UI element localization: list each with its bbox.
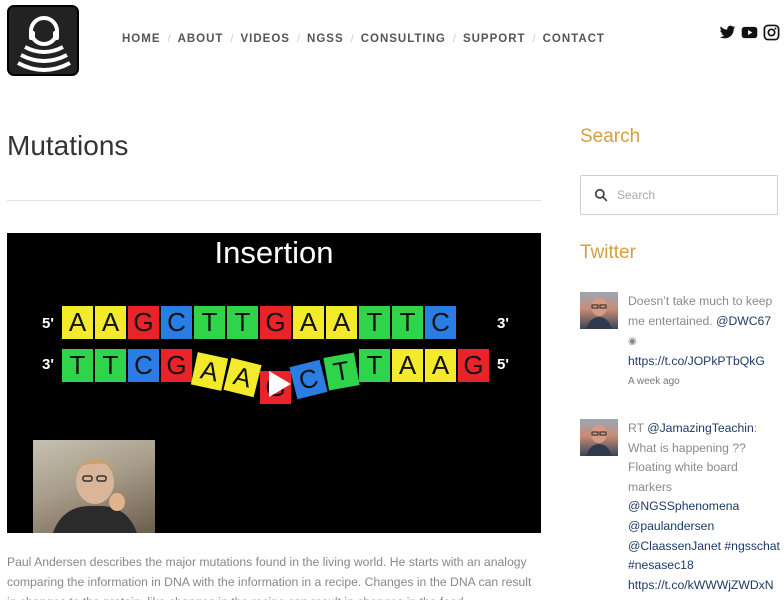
dna-base: C xyxy=(161,306,192,339)
tweet-item: RT @JamazingTeachin: What is happening ?… xyxy=(580,419,780,600)
dna-base: C xyxy=(425,306,456,339)
twitter-heading: Twitter xyxy=(580,242,636,263)
top-strand-left-label: 5' xyxy=(42,315,54,332)
search-input[interactable] xyxy=(617,188,767,202)
nav-support[interactable]: SUPPORT xyxy=(463,33,526,45)
dna-base: T xyxy=(359,349,390,382)
tweet-mention[interactable]: @DWC67 xyxy=(716,314,771,328)
nav-consulting[interactable]: CONSULTING xyxy=(361,33,446,45)
dna-base: A xyxy=(392,349,423,382)
presenter-thumbnail xyxy=(33,440,155,533)
search-icon xyxy=(594,188,608,202)
video-player[interactable]: Insertion 5' AAGCTTGAATTC 3' 3' TTCGAAGC… xyxy=(7,233,541,533)
avatar[interactable] xyxy=(580,292,618,329)
youtube-icon[interactable] xyxy=(741,24,758,41)
tweet-text: Doesn’t take much to keep me entertained… xyxy=(628,292,780,392)
dna-base: T xyxy=(359,306,390,339)
tweet-text: RT @JamazingTeachin: What is happening ?… xyxy=(628,419,780,595)
dna-base: T xyxy=(95,349,126,382)
dna-base: A xyxy=(425,349,456,382)
dna-base: A xyxy=(326,306,357,339)
dna-base: C xyxy=(128,349,159,382)
twitter-icon[interactable] xyxy=(719,24,736,41)
tweet-link[interactable]: https://t.co/kWWWjZWDxN xyxy=(628,578,774,592)
tweet-item: Doesn’t take much to keep me entertained… xyxy=(580,292,780,392)
tweet-mention[interactable]: @NGSSphenomena xyxy=(628,499,739,513)
tweet-mention[interactable]: @paulandersen xyxy=(628,519,714,533)
nav-videos[interactable]: VIDEOS xyxy=(241,33,290,45)
top-strand: AAGCTTGAATTC xyxy=(62,306,458,339)
nav-separator: / xyxy=(167,33,171,45)
page-title: Mutations xyxy=(7,130,129,161)
dna-base: T xyxy=(194,306,225,339)
nav-ngss[interactable]: NGSS xyxy=(307,33,344,45)
tweet-hashtag[interactable]: #nesasec18 xyxy=(628,558,694,572)
nav-contact[interactable]: CONTACT xyxy=(543,33,605,45)
dna-base: A xyxy=(95,306,126,339)
camera-icon: ◉ xyxy=(628,336,637,348)
nav-separator: / xyxy=(350,33,354,45)
title-divider xyxy=(7,200,541,201)
dna-base: T xyxy=(392,306,423,339)
nav-separator: / xyxy=(296,33,301,45)
search-field[interactable] xyxy=(580,175,778,215)
video-description: Paul Andersen describes the major mutati… xyxy=(7,555,532,600)
dna-base: G xyxy=(260,306,291,339)
avatar[interactable] xyxy=(580,419,618,456)
video-heading: Insertion xyxy=(214,235,334,270)
tweet-mention[interactable]: @ClaassenJanet xyxy=(628,539,721,553)
dna-base: A xyxy=(223,357,262,398)
site-logo[interactable] xyxy=(7,5,79,76)
nav-separator: / xyxy=(452,33,456,45)
bottom-strand-left-label: 3' xyxy=(42,356,54,373)
nav-separator: / xyxy=(532,33,536,45)
tweet-hashtag[interactable]: #ngsschat xyxy=(724,539,780,553)
dna-base: G xyxy=(161,349,192,382)
tweet-timestamp[interactable]: A week ago xyxy=(628,376,680,387)
play-icon[interactable] xyxy=(269,371,291,397)
instagram-icon[interactable] xyxy=(763,24,780,41)
tweet-rt: RT xyxy=(628,421,648,435)
dna-base: C xyxy=(289,359,328,400)
dna-base: A xyxy=(190,352,229,391)
dna-base: G xyxy=(128,306,159,339)
nav-separator: / xyxy=(230,33,234,45)
dna-base: T xyxy=(227,306,258,339)
tweet-mention[interactable]: @JamazingTeachin xyxy=(647,421,754,435)
dna-base: T xyxy=(62,349,93,382)
main-nav: HOME / ABOUT / VIDEOS / NGSS / CONSULTIN… xyxy=(122,33,605,45)
dna-base: T xyxy=(323,352,360,391)
nav-about[interactable]: ABOUT xyxy=(178,33,224,45)
search-heading: Search xyxy=(580,126,641,147)
nav-home[interactable]: HOME xyxy=(122,33,161,45)
dna-base: A xyxy=(293,306,324,339)
tweet-link[interactable]: https://t.co/JOPkPTbQkG xyxy=(628,354,765,368)
top-strand-right-label: 3' xyxy=(497,315,509,332)
bottom-strand-right-label: 5' xyxy=(497,356,509,373)
dna-base: A xyxy=(62,306,93,339)
dna-base: G xyxy=(458,349,489,382)
social-links xyxy=(719,24,780,41)
